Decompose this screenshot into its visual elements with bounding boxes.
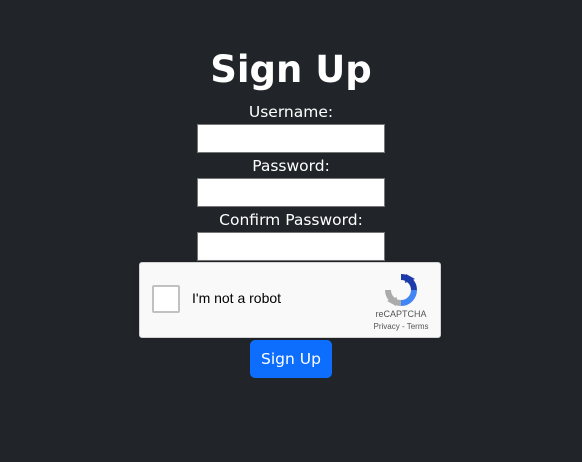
username-label: Username: [248, 103, 334, 121]
recaptcha-checkbox[interactable] [152, 285, 180, 313]
password-label: Password: [252, 157, 330, 175]
recaptcha-links: Privacy - Terms [362, 322, 440, 331]
links-separator: - [401, 322, 405, 331]
username-input[interactable] [197, 124, 385, 153]
page-title: Sign Up [210, 48, 372, 91]
sign-up-button[interactable]: Sign Up [250, 340, 332, 378]
password-input[interactable] [197, 178, 385, 207]
privacy-link[interactable]: Privacy [374, 322, 400, 331]
terms-link[interactable]: Terms [407, 322, 429, 331]
recaptcha-brand: reCAPTCHA [375, 309, 427, 319]
recaptcha-logo-icon [385, 274, 417, 306]
confirm-password-label: Confirm Password: [219, 211, 363, 229]
confirm-password-input[interactable] [197, 232, 385, 261]
recaptcha-widget: I'm not a robot reCAPTCHA Privacy - Term… [139, 262, 441, 338]
recaptcha-checkbox-label: I'm not a robot [192, 290, 282, 306]
